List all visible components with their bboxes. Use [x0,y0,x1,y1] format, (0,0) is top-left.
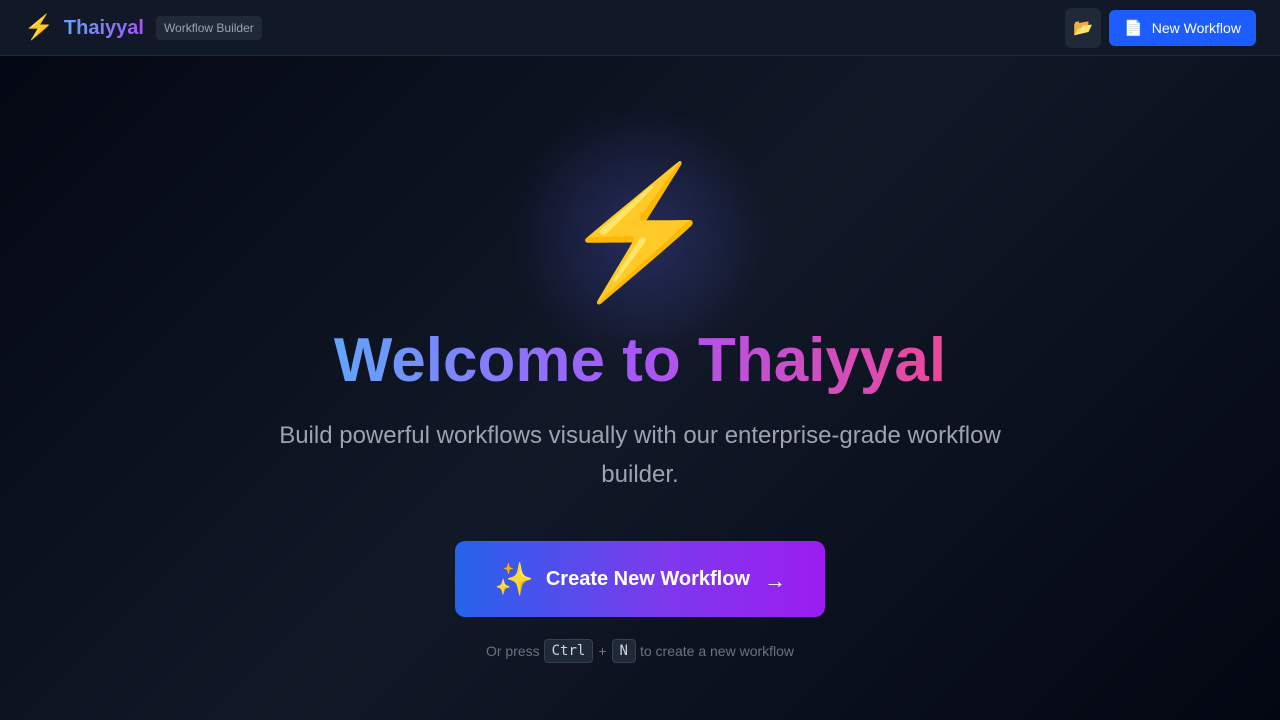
kbd-ctrl: Ctrl [543,639,594,663]
kbd-n: N [611,639,636,663]
top-bar: ⚡ Thaiyyal Workflow Builder 📂 📄 New Work… [0,0,1280,56]
hero-lightning-icon: ⚡ [560,161,720,304]
document-icon: 📄 [1124,20,1143,37]
hint-suffix: to create a new workflow [639,643,795,659]
create-workflow-button[interactable]: ✨ Create New Workflow → [455,541,825,617]
sparkles-icon: ✨ [494,561,534,597]
new-workflow-label: New Workflow [1151,20,1241,36]
hero-title-wrap: Welcome to Thaiyyal [0,325,1280,397]
keyboard-hint: Or press Ctrl + N to create a new workfl… [0,638,1280,664]
arrow-right-icon: → [763,568,786,593]
hero-title: Welcome to Thaiyyal [333,326,947,395]
folder-open-icon: 📂 [1073,20,1093,37]
create-workflow-label: Create New Workflow [545,567,750,590]
brand[interactable]: ⚡ Thaiyyal Workflow Builder [24,0,262,56]
hint-prefix: Or press [485,643,540,659]
hint-plus: + [598,643,607,659]
hero-subtitle: Build powerful workflows visually with o… [279,422,1001,488]
open-workflow-button[interactable]: 📂 [1065,8,1101,48]
brand-name: Thaiyyal [63,16,144,39]
lightning-icon: ⚡ [24,14,54,41]
brand-badge: Workflow Builder [155,16,262,40]
new-workflow-button[interactable]: 📄 New Workflow [1109,10,1256,46]
